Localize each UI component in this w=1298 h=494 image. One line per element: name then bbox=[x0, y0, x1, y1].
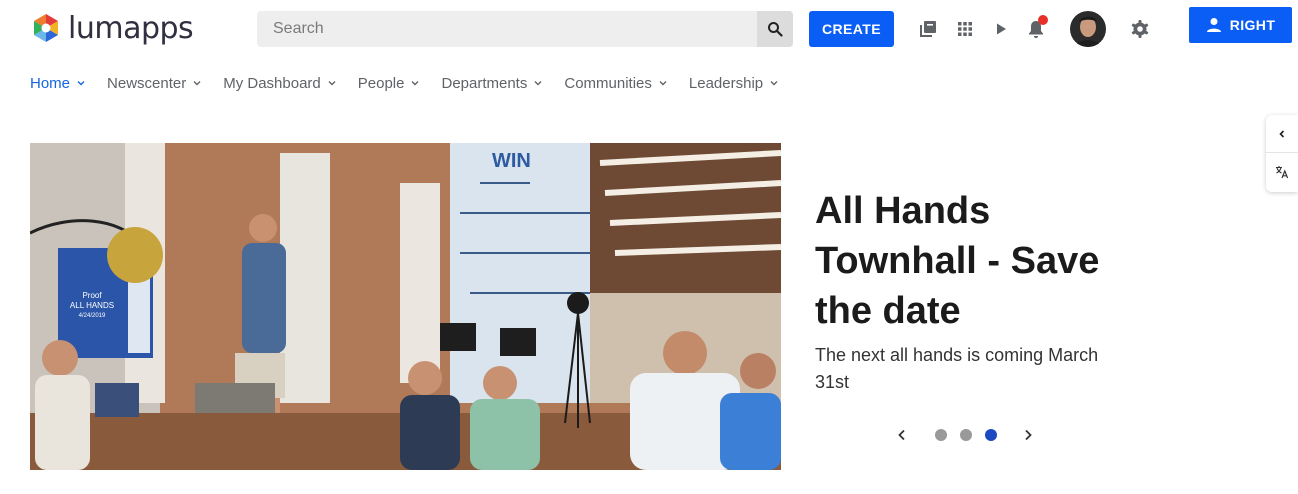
nav-item-communities[interactable]: Communities bbox=[564, 73, 667, 93]
lumapps-logo[interactable]: lumapps bbox=[30, 11, 194, 47]
collapse-panel-button[interactable] bbox=[1266, 115, 1298, 153]
nav-item-label: Departments bbox=[441, 74, 528, 92]
hero-image[interactable]: WIN Proof ALL HANDS 4/24/2019 bbox=[30, 143, 781, 470]
carousel-dot[interactable] bbox=[960, 429, 972, 441]
nav-item-people[interactable]: People bbox=[358, 73, 420, 93]
search-button[interactable] bbox=[757, 11, 793, 47]
lumapps-logo-icon bbox=[34, 14, 58, 42]
side-panel-tab bbox=[1266, 115, 1298, 192]
chevron-down-icon bbox=[328, 81, 336, 86]
translate-icon bbox=[1276, 166, 1289, 179]
main-navigation: Home Newscenter My Dashboard People Depa… bbox=[30, 73, 800, 93]
nav-item-label: My Dashboard bbox=[223, 74, 321, 92]
chevron-down-icon bbox=[77, 81, 85, 86]
carousel-next-button[interactable] bbox=[1019, 426, 1037, 444]
nav-item-label: People bbox=[357, 74, 405, 92]
carousel-controls bbox=[893, 426, 1037, 444]
notification-badge bbox=[1038, 15, 1048, 25]
play-button[interactable] bbox=[991, 17, 1011, 41]
avatar-image bbox=[1070, 11, 1106, 47]
library-button[interactable] bbox=[918, 17, 938, 41]
carousel-prev-button[interactable] bbox=[893, 426, 911, 444]
chevron-down-icon bbox=[534, 81, 542, 86]
chevron-down-icon bbox=[193, 81, 201, 86]
nav-item-newscenter[interactable]: Newscenter bbox=[107, 73, 201, 93]
tv-screen-line2: ALL HANDS bbox=[70, 301, 114, 310]
search-bar bbox=[257, 11, 793, 47]
nav-item-label: Home bbox=[30, 74, 71, 92]
apps-button[interactable] bbox=[955, 17, 975, 41]
chevron-down-icon bbox=[770, 81, 778, 86]
search-icon bbox=[768, 22, 783, 37]
logo-wordmark: lumapps bbox=[68, 11, 194, 46]
chevron-down-icon bbox=[411, 81, 419, 86]
create-button[interactable]: CREATE bbox=[809, 11, 894, 47]
nav-item-my-dashboard[interactable]: My Dashboard bbox=[223, 73, 336, 93]
carousel-dot-active[interactable] bbox=[985, 429, 997, 441]
search-input[interactable] bbox=[257, 11, 757, 47]
translate-button[interactable] bbox=[1266, 153, 1298, 191]
nav-item-label: Communities bbox=[564, 74, 652, 92]
gear-icon bbox=[1131, 20, 1149, 38]
office-presentation-photo: WIN Proof ALL HANDS 4/24/2019 bbox=[30, 143, 781, 470]
hero-title: All Hands Townhall - Save the date bbox=[815, 190, 1100, 332]
tv-screen-line1: Proof bbox=[82, 291, 102, 300]
right-button-label: RIGHT bbox=[1229, 17, 1276, 33]
hero-subtitle: The next all hands is coming March 31st bbox=[815, 345, 1099, 392]
right-button[interactable]: RIGHT bbox=[1189, 7, 1292, 43]
chevron-right-icon bbox=[1025, 429, 1032, 441]
notifications-button[interactable] bbox=[1026, 15, 1048, 41]
nav-item-leadership[interactable]: Leadership bbox=[689, 73, 778, 93]
tv-screen-line3: 4/24/2019 bbox=[79, 313, 106, 319]
user-avatar[interactable] bbox=[1070, 11, 1106, 47]
nav-item-label: Leadership bbox=[688, 74, 764, 92]
library-icon bbox=[920, 21, 936, 37]
nav-item-label: Newscenter bbox=[107, 74, 187, 92]
play-icon bbox=[997, 23, 1006, 35]
apps-grid-icon bbox=[958, 22, 972, 36]
nav-item-departments[interactable]: Departments bbox=[441, 73, 542, 93]
nav-item-home[interactable]: Home bbox=[30, 73, 85, 93]
chevron-left-icon bbox=[898, 429, 905, 441]
wall-sign: WIN bbox=[492, 150, 531, 172]
chevron-down-icon bbox=[659, 81, 667, 86]
settings-button[interactable] bbox=[1130, 17, 1150, 41]
carousel-dot[interactable] bbox=[935, 429, 947, 441]
carousel-dots bbox=[935, 429, 997, 441]
person-icon bbox=[1206, 18, 1221, 32]
chevron-left-icon bbox=[1279, 129, 1285, 138]
